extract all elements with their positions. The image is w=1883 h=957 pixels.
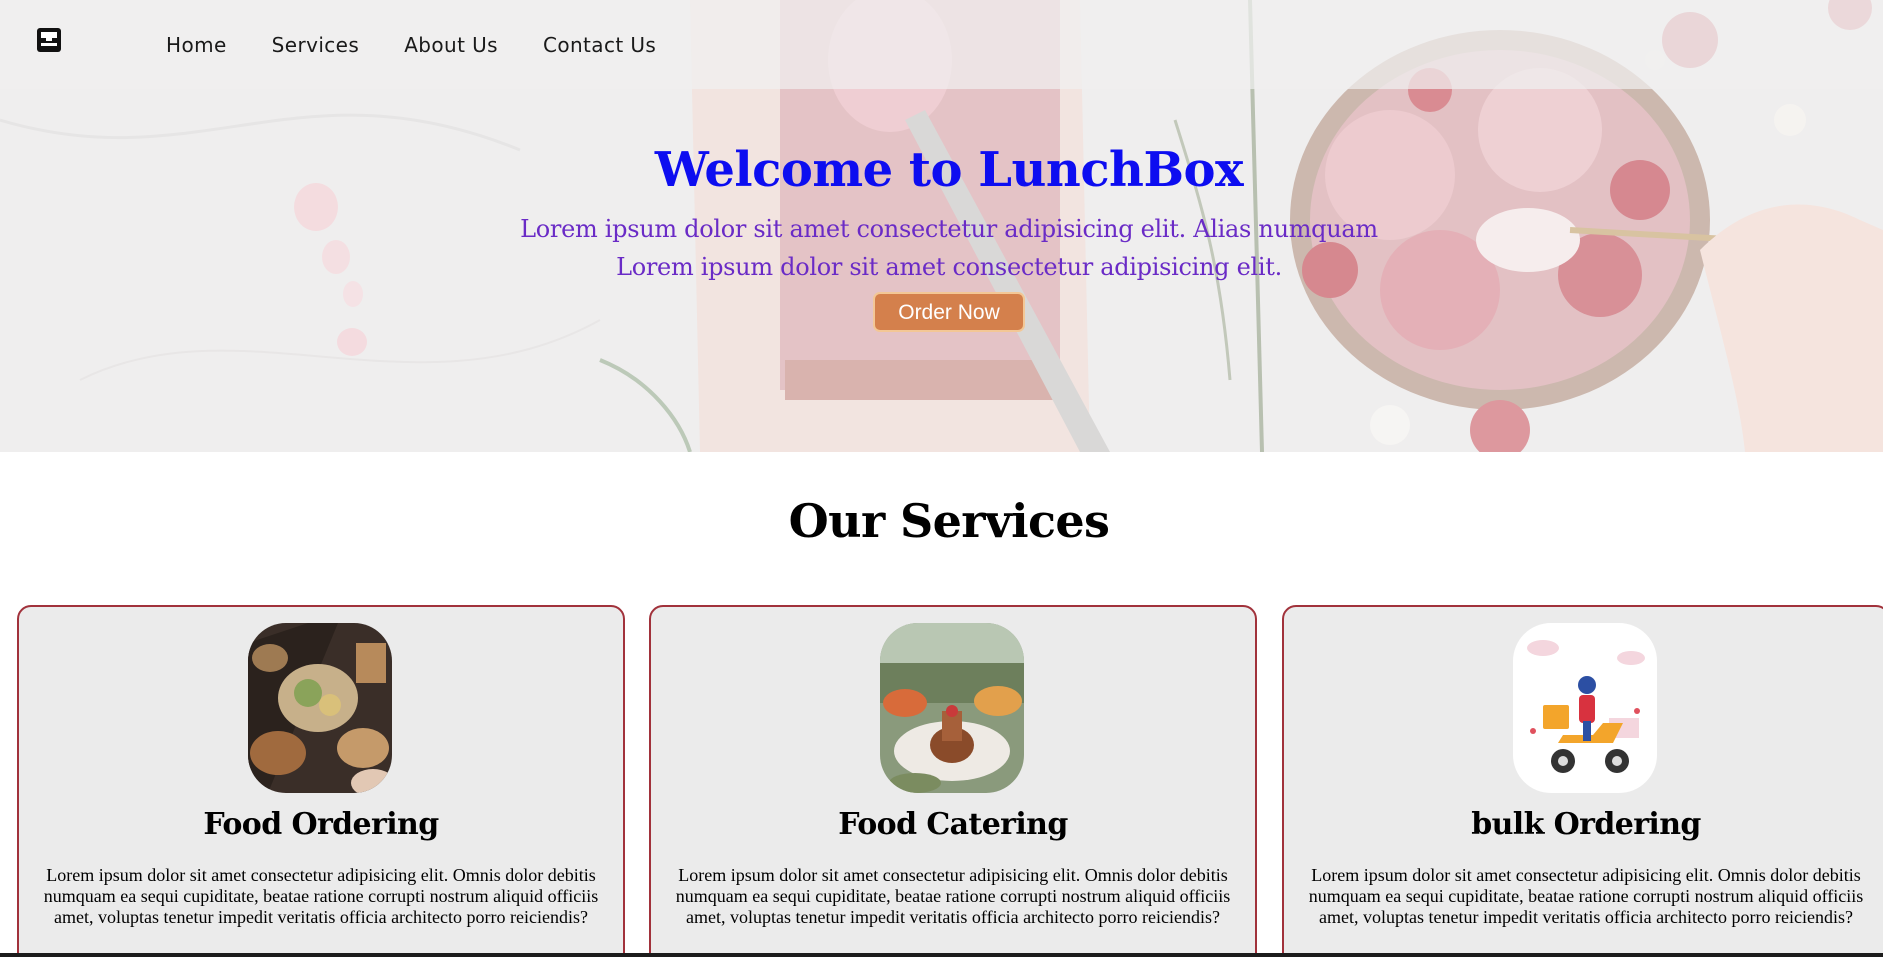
bulk-ordering-image bbox=[1513, 623, 1657, 793]
service-card-title: bulk Ordering bbox=[1471, 807, 1701, 842]
service-card-text: Lorem ipsum dolor sit amet consectetur a… bbox=[1308, 865, 1864, 927]
order-now-button[interactable]: Order Now bbox=[873, 292, 1025, 332]
navbar: Home Services About Us Contact Us bbox=[0, 0, 1883, 89]
nav-link-contact-us[interactable]: Contact Us bbox=[543, 33, 656, 57]
hero-title: Welcome to LunchBox bbox=[654, 142, 1244, 198]
service-card-title: Food Catering bbox=[838, 807, 1068, 842]
food-catering-image bbox=[880, 623, 1024, 793]
food-ordering-image bbox=[248, 623, 392, 793]
nav-link-home[interactable]: Home bbox=[166, 33, 227, 57]
nav-links: Home Services About Us Contact Us bbox=[166, 0, 656, 89]
hero-subtitle-line-2: Lorem ipsum dolor sit amet consectetur a… bbox=[616, 253, 1282, 281]
service-card-text: Lorem ipsum dolor sit amet consectetur a… bbox=[43, 865, 599, 927]
hero-subtitle-line-1: Lorem ipsum dolor sit amet consectetur a… bbox=[520, 215, 1378, 243]
hero-content: Welcome to LunchBox Lorem ipsum dolor si… bbox=[0, 138, 1883, 332]
hero-subtitle: Lorem ipsum dolor sit amet consectetur a… bbox=[0, 210, 1883, 286]
service-card-text: Lorem ipsum dolor sit amet consectetur a… bbox=[675, 865, 1231, 927]
bottom-edge bbox=[0, 953, 1883, 957]
lunchbox-icon[interactable] bbox=[35, 26, 63, 54]
nav-link-services[interactable]: Services bbox=[272, 33, 360, 57]
service-card-food-ordering: Food Ordering Lorem ipsum dolor sit amet… bbox=[17, 605, 625, 957]
hero-banner: Home Services About Us Contact Us Welcom… bbox=[0, 0, 1883, 452]
service-card-food-catering: Food Catering Lorem ipsum dolor sit amet… bbox=[649, 605, 1257, 957]
service-card-title: Food Ordering bbox=[203, 807, 439, 842]
service-card-bulk-ordering: bulk Ordering Lorem ipsum dolor sit amet… bbox=[1282, 605, 1883, 957]
nav-link-about-us[interactable]: About Us bbox=[404, 33, 498, 57]
services-heading: Our Services bbox=[788, 494, 1110, 548]
